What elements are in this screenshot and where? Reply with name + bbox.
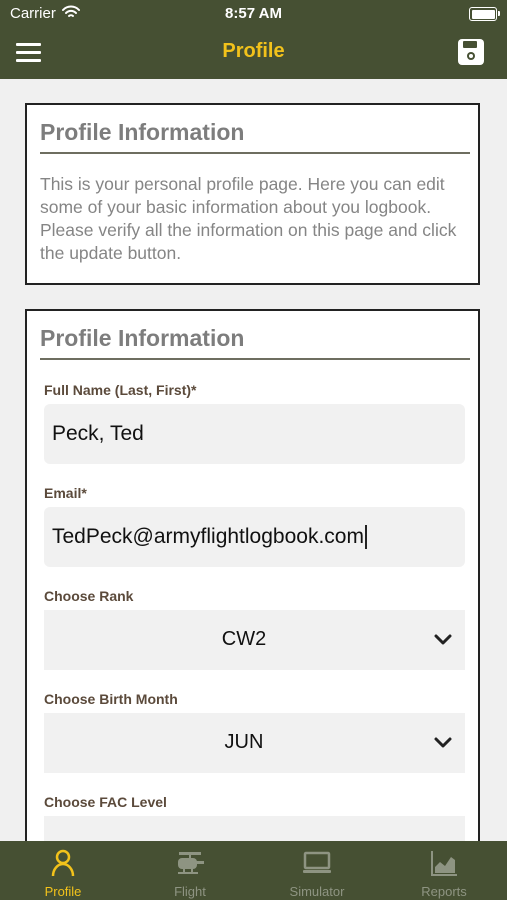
full-name-label: Full Name (Last, First)* [44,382,197,398]
birth-month-value: JUN [224,731,264,753]
full-name-input[interactable]: Peck, Ted [44,404,465,464]
tab-bar: Profile Flight Simulator Reports [0,841,507,900]
monitor-icon [303,851,331,873]
rank-select[interactable]: CW2 [44,610,465,670]
save-icon[interactable] [457,38,485,66]
email-value: TedPeck@armyflightlogbook.com [52,525,364,548]
full-name-value: Peck, Ted [52,422,144,445]
person-icon [51,849,75,877]
tab-label: Simulator [289,884,345,899]
birth-month-select[interactable]: JUN [44,713,465,773]
tab-flight[interactable]: Flight [127,841,253,900]
divider [40,358,470,360]
status-bar: Carrier 8:57 AM [0,0,507,28]
main-content[interactable]: Profile Information This is your persona… [0,79,507,841]
battery-icon [469,7,500,21]
card-title: Profile Information [40,119,245,145]
fac-level-select[interactable] [44,816,465,841]
birth-month-label: Choose Birth Month [44,691,178,707]
rank-value: CW2 [221,628,267,650]
tab-label: Reports [421,884,467,899]
card-title: Profile Information [40,325,245,351]
tab-simulator[interactable]: Simulator [254,841,380,900]
chevron-down-icon [434,737,452,748]
profile-form-card: Profile Information Full Name (Last, Fir… [25,309,480,841]
divider [40,152,470,154]
email-input[interactable]: TedPeck@armyflightlogbook.com [44,507,465,567]
tab-label: Profile [44,884,82,899]
profile-intro-card: Profile Information This is your persona… [25,103,480,285]
card-description: This is your personal profile page. Here… [40,174,457,263]
rank-label: Choose Rank [44,588,134,604]
helicopter-icon [178,852,204,874]
page-title: Profile [222,40,285,62]
email-label: Email* [44,485,87,501]
tab-profile[interactable]: Profile [0,841,126,900]
clock: 8:57 AM [225,5,282,22]
chart-icon [431,851,457,876]
text-caret [364,525,367,549]
chevron-down-icon [434,634,452,645]
fac-level-label: Choose FAC Level [44,794,167,810]
tab-label: Flight [174,884,206,899]
tab-reports[interactable]: Reports [381,841,507,900]
